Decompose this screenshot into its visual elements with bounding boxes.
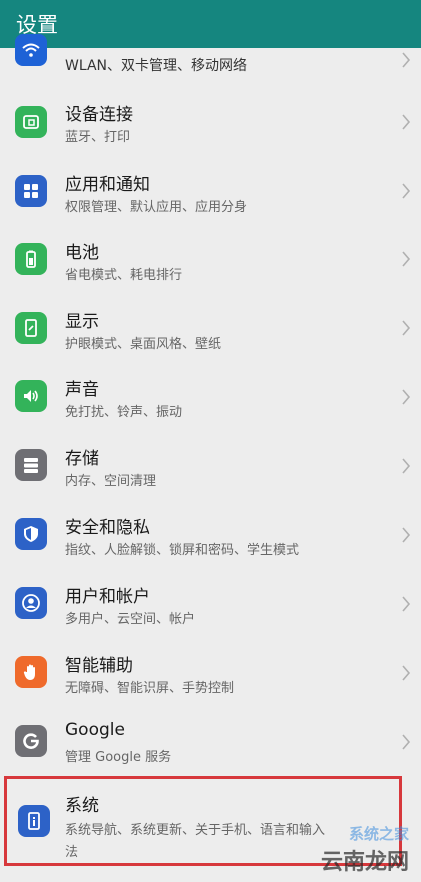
settings-item-subtitle: 内存、空间清理 — [65, 474, 157, 489]
watermark-text-2: 云南龙网 — [320, 850, 409, 875]
settings-item-apps[interactable]: 应用和通知 权限管理、默认应用、应用分身 — [0, 157, 421, 225]
settings-item-subtitle: WLAN、双卡管理、移动网络 — [65, 58, 248, 74]
hand-icon — [15, 656, 47, 688]
chevron-right-icon — [401, 387, 411, 407]
settings-item-storage[interactable]: 存储 内存、空间清理 — [0, 433, 421, 501]
chevron-right-icon — [401, 112, 411, 132]
google-icon — [15, 725, 47, 757]
chevron-right-icon — [401, 732, 411, 752]
settings-item-subtitle-continued: 法 — [65, 845, 79, 860]
chevron-right-icon — [401, 50, 411, 70]
settings-item-title: 显示 — [65, 312, 99, 332]
settings-item-device-connection[interactable]: 设备连接 蓝牙、打印 — [0, 88, 421, 156]
settings-item-subtitle: 免打扰、铃声、振动 — [65, 405, 183, 420]
user-account-icon — [15, 587, 47, 619]
chevron-right-icon — [401, 181, 411, 201]
settings-item-title: Google — [65, 720, 125, 740]
settings-item-subtitle: 多用户、云空间、帐户 — [65, 612, 196, 627]
chevron-right-icon — [401, 318, 411, 338]
wifi-icon — [15, 34, 47, 66]
settings-item-subtitle: 无障碍、智能识屏、手势控制 — [65, 681, 235, 696]
settings-item-title: 系统 — [65, 796, 99, 816]
settings-item-subtitle: 蓝牙、打印 — [65, 130, 131, 145]
settings-item-google[interactable]: Google 管理 Google 服务 — [0, 709, 421, 777]
chevron-right-icon — [401, 525, 411, 545]
chevron-right-icon — [401, 249, 411, 269]
battery-icon — [15, 243, 47, 275]
settings-item-subtitle: 管理 Google 服务 — [65, 750, 172, 765]
settings-item-title: 应用和通知 — [65, 175, 150, 195]
speaker-icon — [15, 380, 47, 412]
settings-item-title: 电池 — [65, 243, 99, 263]
settings-item-title: 用户和帐户 — [65, 587, 150, 607]
settings-item-subtitle: 护眼模式、桌面风格、壁纸 — [65, 337, 222, 352]
chevron-right-icon — [401, 594, 411, 614]
settings-item-wlan[interactable]: WLAN、双卡管理、移动网络 — [0, 34, 421, 82]
watermark: 系统之家 云南龙网 — [321, 823, 409, 876]
settings-item-security[interactable]: 安全和隐私 指纹、人脸解锁、锁屏和密码、学生模式 — [0, 502, 421, 570]
settings-item-subtitle: 省电模式、耗电排行 — [65, 268, 183, 283]
watermark-text-1: 系统之家 — [348, 825, 409, 843]
settings-item-subtitle: 指纹、人脸解锁、锁屏和密码、学生模式 — [65, 543, 300, 558]
settings-item-subtitle: 权限管理、默认应用、应用分身 — [65, 200, 248, 215]
settings-item-sound[interactable]: 声音 免打扰、铃声、振动 — [0, 364, 421, 432]
shield-icon — [15, 518, 47, 550]
settings-list: WLAN、双卡管理、移动网络 设备连接 蓝牙、打印 应用和通知 权限管理、默认应… — [0, 34, 421, 882]
settings-item-title: 存储 — [65, 449, 99, 469]
settings-item-battery[interactable]: 电池 省电模式、耗电排行 — [0, 226, 421, 294]
apps-grid-icon — [15, 175, 47, 207]
storage-icon — [15, 449, 47, 481]
settings-item-subtitle: 系统导航、系统更新、关于手机、语言和输入 — [65, 823, 326, 838]
app-bar: 设置 — [0, 0, 421, 48]
settings-item-title: 设备连接 — [65, 105, 133, 125]
settings-item-title: 安全和隐私 — [65, 518, 150, 538]
chevron-right-icon — [401, 456, 411, 476]
settings-item-users-accounts[interactable]: 用户和帐户 多用户、云空间、帐户 — [0, 571, 421, 639]
chevron-right-icon — [401, 663, 411, 683]
system-info-icon — [18, 805, 50, 837]
settings-item-title: 声音 — [65, 380, 99, 400]
settings-item-smart-assist[interactable]: 智能辅助 无障碍、智能识屏、手势控制 — [0, 640, 421, 708]
settings-item-title: 智能辅助 — [65, 656, 133, 676]
display-icon — [15, 312, 47, 344]
device-connection-icon — [15, 106, 47, 138]
settings-item-display[interactable]: 显示 护眼模式、桌面风格、壁纸 — [0, 295, 421, 363]
